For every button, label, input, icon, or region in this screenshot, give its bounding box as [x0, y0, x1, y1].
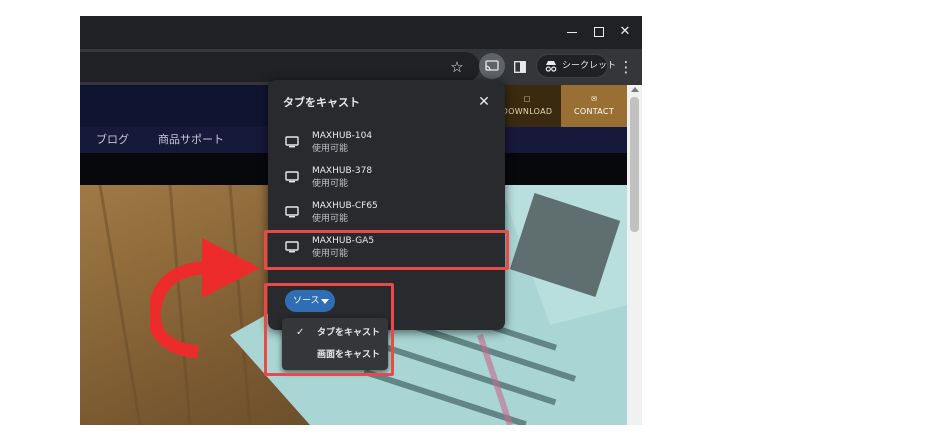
close-icon[interactable]: ✕ [475, 93, 493, 111]
tv-icon [285, 206, 299, 218]
star-icon[interactable]: ☆ [447, 57, 467, 77]
incognito-icon [545, 61, 557, 72]
nav-blog[interactable]: ブログ [96, 132, 129, 148]
contact-label: CONTACT [573, 107, 615, 116]
address-bar[interactable] [80, 52, 480, 82]
highlight-box-device [264, 230, 509, 270]
device-name: MAXHUB-378 [312, 166, 373, 176]
kebab-menu-icon[interactable]: ⋮ [616, 57, 636, 77]
cast-icon [485, 60, 499, 71]
page-scrollbar[interactable] [627, 85, 642, 425]
close-icon[interactable]: ✕ [617, 24, 633, 40]
device-status: 使用可能 [312, 214, 349, 224]
cast-device-maxhub-378[interactable]: MAXHUB-378 使用可能 [268, 161, 505, 196]
device-name: MAXHUB-104 [312, 131, 373, 141]
curved-arrow-icon [150, 238, 260, 359]
cast-dialog-title: タブをキャスト [283, 96, 360, 109]
nav-product-support[interactable]: 商品サポート [158, 132, 224, 148]
highlight-box-sources [264, 283, 394, 376]
device-status: 使用可能 [312, 144, 349, 154]
cast-device-maxhub-104[interactable]: MAXHUB-104 使用可能 [268, 126, 505, 161]
tv-icon [285, 136, 299, 148]
incognito-label: シークレット [562, 61, 617, 71]
scroll-up-arrow-icon[interactable] [631, 87, 639, 92]
cast-device-maxhub-cf65[interactable]: MAXHUB-CF65 使用可能 [268, 196, 505, 231]
contact-link[interactable]: ✉ CONTACT [561, 85, 627, 127]
side-panel-icon[interactable] [510, 57, 530, 77]
screenshot-canvas: ✕ ☆ シークレット ⋮ □ DOWNLOAD ✉ CONTACT ブログ 商品… [0, 0, 952, 435]
device-status: 使用可能 [312, 179, 349, 189]
tv-icon [285, 171, 299, 183]
mail-icon: ✉ [591, 95, 597, 103]
cast-button[interactable] [479, 53, 505, 79]
incognito-chip[interactable]: シークレット [536, 54, 616, 78]
title-bar: ✕ [80, 16, 642, 49]
scroll-thumb[interactable] [630, 97, 639, 232]
minimize-icon[interactable] [564, 24, 580, 40]
device-name: MAXHUB-CF65 [312, 201, 378, 211]
maximize-icon[interactable] [590, 24, 606, 40]
